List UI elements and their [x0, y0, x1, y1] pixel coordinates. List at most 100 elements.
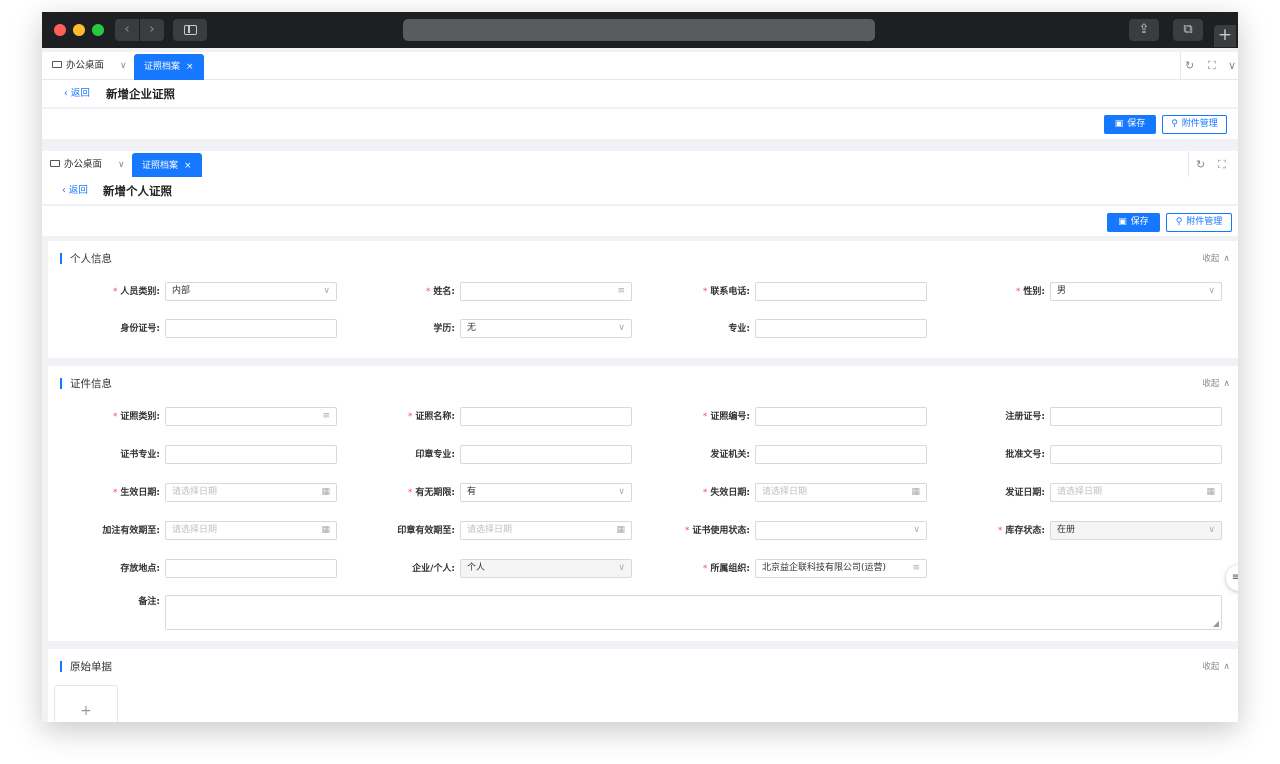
issuer-input[interactable] [755, 445, 927, 464]
tab-close-icon[interactable]: × [184, 161, 192, 171]
label-cert-no: * 证照编号: [702, 412, 750, 422]
app-tabbar: 办公桌面 ∨ 证照档案 × ↻ ⛶ [42, 151, 1238, 179]
collapse-toggle[interactable]: 收起 ∧ [1202, 660, 1230, 672]
label-storage-location: 存放地点: [120, 564, 160, 574]
tab-overview-icon[interactable]: ⧉ [1173, 19, 1203, 41]
tab-close-icon[interactable]: × [186, 62, 194, 72]
collapse-toggle[interactable]: 收起 ∧ [1202, 252, 1230, 264]
refresh-icon[interactable]: ↻ [1185, 52, 1194, 80]
tab-office-desktop[interactable]: 办公桌面 [52, 52, 104, 80]
section-title: 原始单据 [60, 659, 112, 674]
back-link[interactable]: ‹ 返回 [64, 80, 90, 108]
refresh-icon[interactable]: ↻ [1196, 151, 1205, 179]
section-original-documents: 原始单据 收起 ∧ + [48, 649, 1238, 722]
label-cert-name: * 证照名称: [407, 412, 455, 422]
has-expiry-select[interactable]: 有 ∨ [460, 483, 632, 502]
stock-status-select[interactable]: 在册 ∨ [1050, 521, 1222, 540]
label-cert-type: * 证照类别: [112, 412, 160, 422]
seal-major-input[interactable] [460, 445, 632, 464]
label-effective-date: * 生效日期: [112, 488, 160, 498]
label-owner-type: 企业/个人: [412, 564, 455, 574]
issue-date-picker[interactable]: 请选择日期 ▦ [1050, 483, 1222, 502]
label-issuer: 发证机关: [710, 450, 750, 460]
storage-location-input[interactable] [165, 559, 337, 578]
upload-button[interactable]: + [54, 685, 118, 722]
note-valid-to-picker[interactable]: 请选择日期 ▦ [165, 521, 337, 540]
major-input[interactable] [755, 319, 927, 338]
minimize-window-button[interactable] [73, 24, 85, 36]
calendar-icon: ▦ [616, 525, 625, 535]
forward-arrow-icon[interactable]: › [140, 19, 164, 41]
label-remarks: 备注: [138, 597, 160, 607]
chevron-down-icon: ∨ [618, 563, 625, 573]
name-picker[interactable]: ≡ [460, 282, 632, 301]
section-certificate-info: 证件信息 收起 ∧ * 证照类别: ≡ * 证照名称: * 证照编号: 注册证号: 证书… [48, 366, 1238, 641]
new-tab-icon[interactable]: + [1214, 25, 1236, 47]
approval-no-input[interactable] [1050, 445, 1222, 464]
section-title: 个人信息 [60, 251, 112, 266]
label-phone: * 联系电话: [702, 287, 750, 297]
chevron-down-icon: ∨ [1208, 525, 1215, 535]
person-type-select[interactable]: 内部 ∨ [165, 282, 337, 301]
chevron-down-icon: ∨ [913, 525, 920, 535]
tab-certificate-archive[interactable]: 证照档案 × [132, 153, 202, 179]
organization-picker[interactable]: 北京益企联科技有限公司(运营) ≡ [755, 559, 927, 578]
remarks-textarea[interactable]: ◢ [165, 595, 1222, 630]
label-seal-major: 印章专业: [415, 450, 455, 460]
collapse-toggle[interactable]: 收起 ∧ [1202, 377, 1230, 389]
list-filter-icon: ≡ [617, 286, 625, 296]
label-seal-valid-to: 印章有效期至: [397, 526, 455, 536]
label-organization: * 所属组织: [702, 564, 750, 574]
fullscreen-icon[interactable]: ⛶ [1218, 151, 1226, 179]
section-personal-info: 个人信息 收起 ∧ * 人员类别: 内部 ∨ * 姓名: ≡ * 联系电话: * 性别: 男… [48, 241, 1238, 358]
calendar-icon: ▦ [321, 525, 330, 535]
gender-select[interactable]: 男 ∨ [1050, 282, 1222, 301]
zoom-window-button[interactable] [92, 24, 104, 36]
chevron-up-icon: ∧ [1223, 662, 1230, 672]
save-button[interactable]: ▣ 保存 [1104, 115, 1156, 134]
label-has-expiry: * 有无期限: [407, 488, 455, 498]
back-arrow-icon[interactable]: ‹ [115, 19, 139, 41]
browser-window: ‹ › ⇪ ⧉ + 办公桌面 ∨ 证照档案 × ↻ ⛶ ∨ ‹ 返回 新增企业证照… [42, 12, 1238, 722]
cert-major-input[interactable] [165, 445, 337, 464]
label-cert-major: 证书专业: [120, 450, 160, 460]
page-title: 新增个人证照 [103, 184, 172, 198]
chevron-down-icon[interactable]: ∨ [1228, 52, 1236, 80]
save-icon: ▣ [1118, 217, 1127, 227]
id-number-input[interactable] [165, 319, 337, 338]
label-name: * 姓名: [425, 287, 455, 297]
label-major: 专业: [728, 324, 750, 334]
attachments-button[interactable]: ⚲ 附件管理 [1166, 213, 1232, 232]
close-window-button[interactable] [54, 24, 66, 36]
effective-date-picker[interactable]: 请选择日期 ▦ [165, 483, 337, 502]
attachments-button[interactable]: ⚲ 附件管理 [1162, 115, 1227, 134]
chevron-down-icon[interactable]: ∨ [118, 151, 125, 179]
label-person-type: * 人员类别: [112, 287, 160, 297]
chevron-up-icon: ∧ [1223, 254, 1230, 264]
action-row: ▣ 保存 ⚲ 附件管理 [42, 206, 1238, 236]
address-bar[interactable] [403, 19, 875, 41]
seal-valid-to-picker[interactable]: 请选择日期 ▦ [460, 521, 632, 540]
chevron-down-icon[interactable]: ∨ [120, 52, 127, 80]
back-link[interactable]: ‹ 返回 [62, 177, 88, 205]
tab-office-desktop[interactable]: 办公桌面 [50, 151, 102, 179]
menu-icon: ≡ [1231, 572, 1238, 583]
usage-status-select[interactable]: ∨ [755, 521, 927, 540]
fullscreen-icon[interactable]: ⛶ [1208, 52, 1216, 80]
label-issue-date: 发证日期: [1005, 488, 1045, 498]
share-icon[interactable]: ⇪ [1129, 19, 1159, 41]
education-select[interactable]: 无 ∨ [460, 319, 632, 338]
cert-type-picker[interactable]: ≡ [165, 407, 337, 426]
owner-type-select[interactable]: 个人 ∨ [460, 559, 632, 578]
sidebar-toggle-icon[interactable] [173, 19, 207, 41]
cert-no-input[interactable] [755, 407, 927, 426]
tab-certificate-archive[interactable]: 证照档案 × [134, 54, 204, 80]
expiry-date-picker[interactable]: 请选择日期 ▦ [755, 483, 927, 502]
label-gender: * 性别: [1015, 287, 1045, 297]
reg-no-input[interactable] [1050, 407, 1222, 426]
monitor-icon [50, 160, 60, 167]
save-button[interactable]: ▣ 保存 [1107, 213, 1160, 232]
phone-input[interactable] [755, 282, 927, 301]
label-note-valid-to: 加注有效期至: [102, 526, 160, 536]
cert-name-input[interactable] [460, 407, 632, 426]
